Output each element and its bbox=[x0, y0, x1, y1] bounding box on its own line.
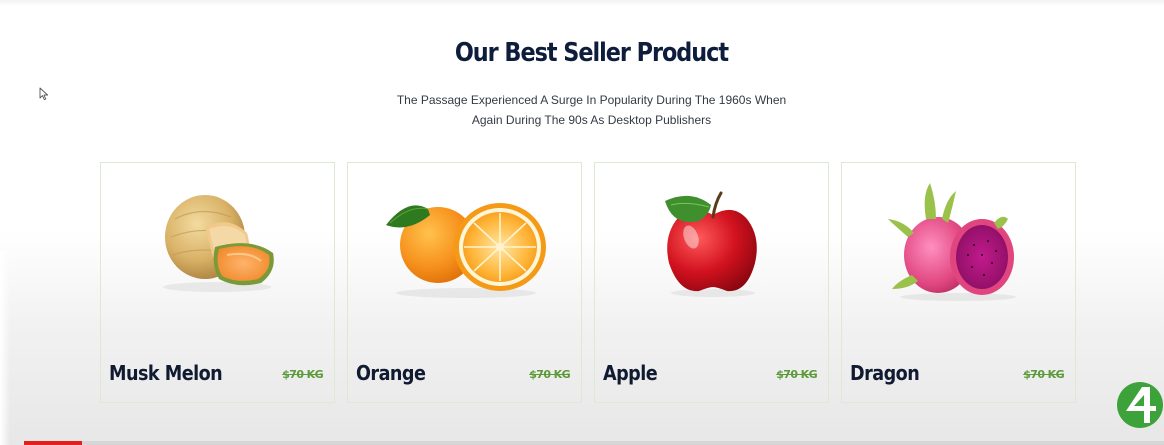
orange-image bbox=[386, 203, 546, 298]
section-title: Our Best Seller Product bbox=[454, 38, 729, 68]
header-edge bbox=[0, 0, 1164, 6]
apple-image bbox=[665, 191, 757, 297]
product-card-orange[interactable]: Orange $70 KG bbox=[347, 162, 582, 403]
product-name[interactable]: Musk Melon bbox=[109, 361, 223, 385]
product-name[interactable]: Apple bbox=[603, 361, 658, 385]
product-card-musk-melon[interactable]: Musk Melon $70 KG bbox=[100, 162, 335, 403]
product-name[interactable]: Orange bbox=[356, 361, 426, 385]
video-progress-fill bbox=[24, 441, 82, 445]
page: Our Best Seller Product The Passage Expe… bbox=[0, 0, 1164, 445]
product-price: $70 KG bbox=[282, 368, 323, 381]
product-grid: Musk Melon $70 KG Orange $70 KG Apple $7… bbox=[100, 162, 1076, 403]
section-subtitle: The Passage Experienced A Surge In Popul… bbox=[0, 90, 1164, 130]
video-progress-bar[interactable] bbox=[24, 441, 1164, 445]
product-price: $70 KG bbox=[1023, 368, 1064, 381]
product-card-dragon[interactable]: Dragon $70 KG bbox=[841, 162, 1076, 403]
subtitle-line-1: The Passage Experienced A Surge In Popul… bbox=[396, 93, 787, 107]
product-card-apple[interactable]: Apple $70 KG bbox=[594, 162, 829, 403]
musk-melon-image bbox=[163, 195, 274, 292]
dragon-fruit-image bbox=[888, 183, 1016, 301]
product-price: $70 KG bbox=[776, 368, 817, 381]
left-shade bbox=[0, 250, 10, 445]
product-name[interactable]: Dragon bbox=[850, 361, 920, 385]
product-price: $70 KG bbox=[529, 368, 570, 381]
channel-logo-icon bbox=[1117, 382, 1163, 428]
subtitle-line-2: Again During The 90s As Desktop Publishe… bbox=[471, 113, 712, 127]
